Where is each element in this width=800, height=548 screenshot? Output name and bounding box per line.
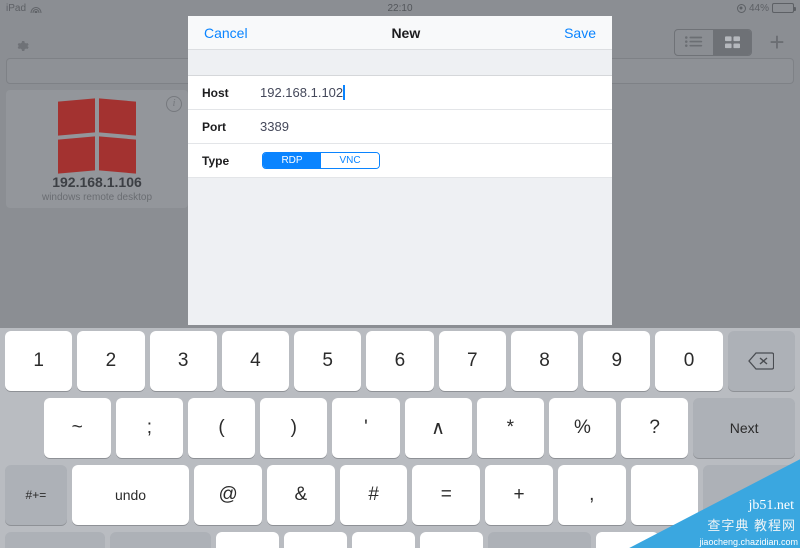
form-row-type[interactable]: Type RDP VNC (188, 144, 612, 178)
status-bar-clock: 22:10 (387, 2, 413, 14)
key-∧[interactable]: ∧ (404, 398, 472, 458)
battery-percent-label: 44% (748, 2, 769, 14)
keyboard-row-bottom (0, 532, 800, 548)
key-undo[interactable]: undo (71, 465, 190, 525)
keyboard-row-numbers: 1234567890 (0, 331, 800, 391)
form-row-port[interactable]: Port 3389 (188, 110, 612, 144)
location-services-icon (736, 3, 746, 13)
type-option-rdp[interactable]: RDP (263, 153, 321, 168)
key-~[interactable]: ~ (43, 398, 111, 458)
connection-card[interactable]: i 192.168.1.106 windows remote desktop (6, 90, 188, 208)
keyboard-row-extra: #+= undo @ & # = +, (0, 465, 800, 525)
new-connection-modal: Cancel New Save Host 192.168.1.102 Port … (188, 16, 612, 325)
bottom-key-6[interactable] (488, 532, 591, 548)
keyboard-row-offset (5, 398, 39, 458)
key-&[interactable]: & (267, 465, 335, 525)
host-label: Host (202, 85, 229, 100)
key-@[interactable]: @ (194, 465, 263, 525)
key-([interactable]: ( (187, 398, 256, 458)
type-option-vnc[interactable]: VNC (321, 153, 379, 168)
key-#[interactable]: # (339, 465, 408, 525)
key-6[interactable]: 6 (366, 331, 434, 391)
list-view-icon[interactable] (675, 30, 713, 55)
key-=[interactable]: = (412, 465, 481, 525)
windows-logo-icon (58, 98, 136, 174)
key-1[interactable]: 1 (5, 331, 73, 391)
key-2[interactable]: 2 (77, 331, 145, 391)
bottom-key-5[interactable] (420, 532, 484, 548)
key-?[interactable]: ? (621, 398, 689, 458)
key-8[interactable]: 8 (510, 331, 579, 391)
port-field[interactable]: 3389 (260, 119, 289, 134)
key-9[interactable]: 9 (583, 331, 651, 391)
key-0[interactable]: 0 (655, 331, 723, 391)
modal-navigation-bar: Cancel New Save (188, 16, 612, 50)
bottom-key-2[interactable] (215, 532, 279, 548)
key-,[interactable]: , (557, 465, 626, 525)
type-label: Type (202, 153, 230, 168)
key-*[interactable]: * (476, 398, 544, 458)
modal-empty-body (188, 178, 612, 325)
key-blank-7[interactable] (630, 465, 699, 525)
next-key[interactable]: Next (693, 398, 796, 458)
key-+[interactable]: + (485, 465, 553, 525)
key-3[interactable]: 3 (149, 331, 217, 391)
on-screen-keyboard: 1234567890 ~;() ' ∧ *%? Next #+= undo @ & # = +, (0, 328, 800, 548)
form-row-host[interactable]: Host 192.168.1.102 (188, 76, 612, 110)
form-top-spacer (188, 50, 612, 75)
host-value: 192.168.1.102 (260, 85, 344, 100)
bottom-key-4[interactable] (352, 532, 416, 548)
key-4[interactable]: 4 (221, 331, 290, 391)
status-bar-right: 44% (736, 2, 796, 14)
port-label: Port (202, 119, 226, 134)
add-connection-button[interactable]: + (766, 29, 788, 55)
screen: iPad 22:10 44% + i 192.168.1.106 windows… (0, 0, 800, 548)
text-caret (343, 85, 345, 100)
bottom-key-9[interactable] (731, 532, 796, 548)
bottom-key-3[interactable] (283, 532, 347, 548)
bottom-key-0[interactable] (5, 532, 106, 548)
key-7[interactable]: 7 (438, 331, 506, 391)
connection-card-subtitle: windows remote desktop (41, 192, 153, 203)
connection-form: Host 192.168.1.102 Port 3389 Type RDP VN… (188, 75, 612, 178)
key-;[interactable]: ; (115, 398, 183, 458)
gear-icon[interactable] (14, 36, 34, 56)
bottom-key-7[interactable] (595, 532, 659, 548)
save-button[interactable]: Save (564, 25, 596, 41)
key-'[interactable]: ' (332, 398, 400, 458)
symbols-toggle-key[interactable]: #+= (5, 465, 67, 525)
bottom-key-1[interactable] (110, 532, 211, 548)
grid-view-icon[interactable] (713, 30, 751, 55)
info-icon[interactable]: i (166, 96, 182, 112)
shift-right-key[interactable] (703, 465, 796, 525)
bottom-key-8[interactable] (663, 532, 727, 548)
battery-icon (772, 3, 796, 13)
delete-key[interactable] (727, 331, 795, 391)
key-%[interactable]: % (548, 398, 617, 458)
status-bar: iPad 22:10 44% (0, 0, 800, 16)
modal-title: New (391, 24, 421, 41)
connection-card-title: 192.168.1.106 (52, 174, 142, 190)
view-mode-segmented-control[interactable] (674, 29, 752, 56)
keyboard-row-symbols: ~;() ' ∧ *%? Next (0, 398, 800, 458)
key-)[interactable]: ) (260, 398, 328, 458)
type-segmented-control[interactable]: RDP VNC (262, 152, 380, 169)
key-5[interactable]: 5 (294, 331, 362, 391)
host-field[interactable]: 192.168.1.102 (260, 85, 345, 100)
cancel-button[interactable]: Cancel (204, 25, 248, 41)
